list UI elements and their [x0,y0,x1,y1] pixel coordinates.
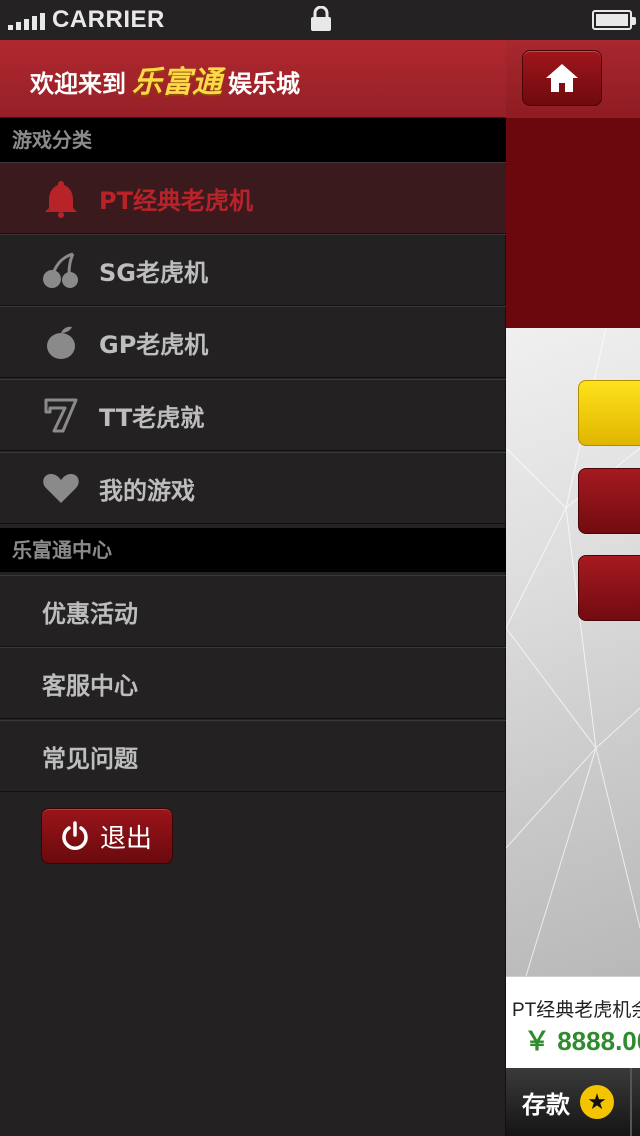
red-action-button-1[interactable] [578,468,640,534]
menu-item-label: SG老虎机 [99,258,208,287]
battery-icon [592,10,636,30]
menu-item-label: 客服中心 [42,671,138,700]
menu-item-label: 优惠活动 [42,599,138,628]
seven-icon [41,395,81,435]
star-icon: ★ [580,1085,614,1119]
section-games-header: 游戏分类 [0,118,506,162]
menu-item-label: GP老虎机 [99,330,209,359]
menu-item-label: TT老虎就 [99,403,205,432]
menu-item-pt-slots[interactable]: PT经典老虎机 [0,162,506,234]
banner [506,118,640,328]
balance-box: PT经典老虎机余 ￥ 8888.00 [506,976,640,1068]
menu-item-sg-slots[interactable]: SG老虎机 [0,234,506,306]
section-center-header: 乐富通中心 [0,528,506,572]
carrier-name: CARRIER [52,6,165,33]
menu-item-my-games[interactable]: 我的游戏 [0,452,506,524]
lemon-icon [41,322,81,362]
tab-deposit-label: 存款 [522,1090,570,1119]
side-menu: 欢迎来到 乐富通 娱乐城 游戏分类 PT经典老虎机 SG老虎机 GP老虎机 TT老虎… [0,40,506,1136]
main-header [506,40,640,118]
main-content-panel: PT经典老虎机余 ￥ 8888.00 存款 ★ [506,40,640,1136]
menu-item-label: 我的游戏 [99,476,195,505]
menu-item-tt-slots[interactable]: TT老虎就 [0,379,506,451]
menu-header: 欢迎来到 乐富通 娱乐城 [0,40,506,118]
balance-label: PT经典老虎机余 [512,1000,640,1021]
welcome-suffix: 娱乐城 [228,69,300,98]
signal-icon [8,10,45,30]
menu-item-promotions[interactable]: 优惠活动 [0,575,506,647]
home-button[interactable] [522,50,602,106]
menu-item-label: PT经典老虎机 [99,186,253,215]
status-bar: CARRIER [0,0,640,40]
bell-icon [41,178,81,218]
menu-item-label: 常见问题 [42,744,138,773]
logout-label: 退出 [100,823,153,854]
welcome-text: 欢迎来到 乐富通 娱乐城 [30,57,300,101]
cherries-icon [41,250,81,290]
welcome-prefix: 欢迎来到 [30,69,126,98]
red-action-button-2[interactable] [578,555,640,621]
bottom-tab-bar: 存款 ★ [506,1068,640,1136]
tab-deposit[interactable]: 存款 ★ [506,1068,632,1136]
balance-value: ￥ 8888.00 [524,1026,640,1056]
menu-item-gp-slots[interactable]: GP老虎机 [0,306,506,378]
main-body [506,328,640,976]
lock-icon [311,6,331,31]
power-icon [62,821,88,850]
logout-button[interactable]: 退出 [41,808,173,864]
menu-item-customer-service[interactable]: 客服中心 [0,647,506,719]
menu-item-faq[interactable]: 常见问题 [0,720,506,792]
yellow-action-button[interactable] [578,380,640,446]
brand-logo: 乐富通 [132,64,222,100]
heart-icon [41,468,81,508]
home-icon [546,64,578,92]
